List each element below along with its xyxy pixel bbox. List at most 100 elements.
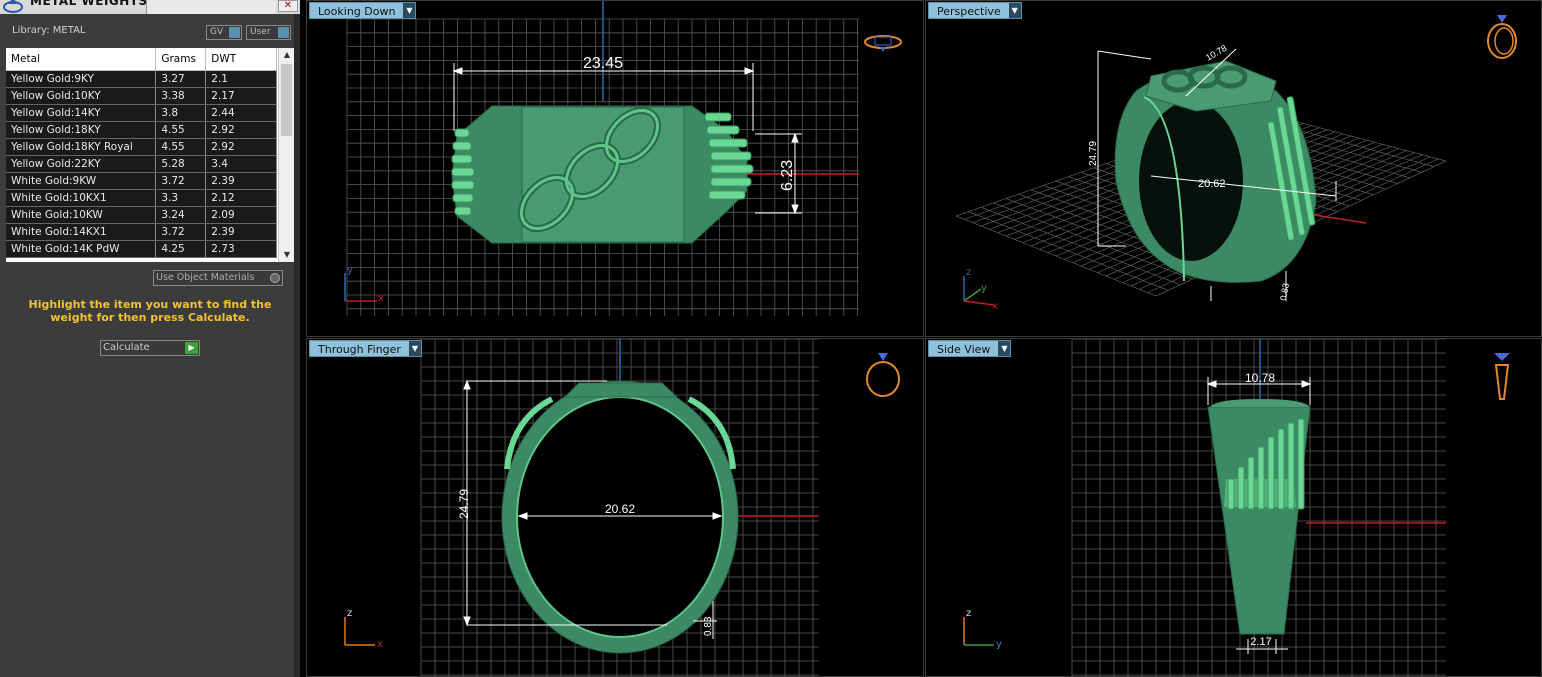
close-icon[interactable]: ✕ [278, 0, 298, 12]
title-tab-area [146, 0, 276, 14]
library-label: Library: METAL [12, 25, 86, 36]
metal-cell: Yellow Gold:22KY [6, 155, 157, 173]
gv-button[interactable]: GV [206, 25, 242, 40]
chevron-down-icon[interactable]: ▼ [998, 341, 1011, 356]
radio-icon [270, 273, 280, 283]
side-view-canvas[interactable]: 10.78 2.17 z y [926, 339, 1542, 677]
metal-cell: Yellow Gold:9KY [6, 70, 157, 88]
axis-label-h: x [378, 293, 384, 304]
table-scrollbar[interactable]: ▲ ▼ [278, 48, 294, 262]
perspective-canvas[interactable]: 24.79 10.78 20.62 0.83 z y x [926, 1, 1542, 337]
viewport-looking-down[interactable]: 23.45 6.23 y x Looking Down ▼ [306, 0, 924, 337]
gv-label: GV [210, 27, 224, 37]
viewport-label-through-finger[interactable]: Through Finger ▼ [309, 340, 422, 357]
viewport-title: Looking Down [318, 5, 396, 18]
metal-weights-panel: METAL WEIGHTS ✕ Library: METAL GV User M… [0, 0, 300, 677]
table-row[interactable]: White Gold:14K PdW 4.25 2.73 [6, 240, 277, 258]
bottom-dimension-label: 2.17 [1250, 636, 1271, 648]
scroll-down-icon[interactable]: ▼ [279, 248, 294, 262]
table-row[interactable]: Yellow Gold:10KY 3.38 2.17 [6, 87, 277, 105]
view-cube-ring-icon[interactable] [864, 35, 902, 52]
panel-titlebar: METAL WEIGHTS ✕ [0, 0, 300, 14]
table-row[interactable]: White Gold:9KW 3.72 2.39 [6, 172, 277, 190]
axis-triad: z y x [963, 267, 998, 312]
table-header-row: Metal Grams DWT [6, 48, 277, 71]
column-header-grams[interactable]: Grams [155, 48, 207, 71]
grams-cell: 5.28 [155, 155, 207, 173]
instructions-text: Highlight the item you want to find the … [28, 298, 272, 324]
axis-triad: z x [344, 608, 383, 650]
metal-cell: White Gold:14KX1 [6, 223, 157, 241]
metal-table-container: Metal Grams DWT Yellow Gold:9KY 3.27 2.1 Ye… [6, 48, 294, 262]
table-row[interactable]: White Gold:10KW 3.24 2.09 [6, 206, 277, 224]
dwt-cell: 2.92 [205, 121, 277, 139]
dwt-cell: 2.09 [205, 206, 277, 224]
height-dimension-label: 6.23 [779, 160, 796, 191]
metal-cell: Yellow Gold:14KY [6, 104, 157, 122]
viewport-through-finger[interactable]: 20.62 24.79 0.83 z x Through Finger ▼ [306, 338, 924, 677]
grams-cell: 4.55 [155, 138, 207, 156]
chevron-down-icon[interactable]: ▼ [403, 3, 416, 18]
dwt-cell: 2.92 [205, 138, 277, 156]
chevron-down-icon[interactable]: ▼ [408, 341, 421, 356]
inner-dimension-label: 20.62 [605, 502, 635, 516]
dwt-cell: 2.39 [205, 172, 277, 190]
column-header-metal[interactable]: Metal [6, 48, 157, 71]
metal-weight-table: Metal Grams DWT Yellow Gold:9KY 3.27 2.1 Ye… [6, 48, 277, 258]
through-finger-canvas[interactable]: 20.62 24.79 0.83 z x [307, 339, 924, 677]
table-row[interactable]: Yellow Gold:18KY Royal 4.55 2.92 [6, 138, 277, 156]
dwt-cell: 2.73 [205, 240, 277, 258]
grams-cell: 3.72 [155, 223, 207, 241]
use-object-materials-label: Use Object Materials [156, 272, 255, 283]
calculate-button[interactable]: Calculate ▶ [100, 340, 200, 356]
scroll-up-icon[interactable]: ▲ [279, 48, 294, 62]
height-dimension-label: 24.79 [1088, 141, 1099, 166]
axis-label-h: x [377, 639, 383, 650]
axis-label-v: z [966, 608, 971, 619]
looking-down-canvas[interactable]: 23.45 6.23 y x [307, 1, 924, 337]
thickness-dimension-label: 0.83 [703, 616, 714, 636]
metal-cell: White Gold:14K PdW [6, 240, 157, 258]
metal-cell: Yellow Gold:10KY [6, 87, 157, 105]
grams-cell: 4.55 [155, 121, 207, 139]
axis-label-v: z [966, 267, 971, 278]
table-row[interactable]: White Gold:14KX1 3.72 2.39 [6, 223, 277, 241]
chevron-down-icon[interactable]: ▼ [1008, 3, 1021, 18]
table-row[interactable]: Yellow Gold:22KY 5.28 3.4 [6, 155, 277, 173]
column-header-dwt[interactable]: DWT [205, 48, 277, 71]
table-row[interactable]: Yellow Gold:18KY 4.55 2.92 [6, 121, 277, 139]
axis-label-v: y [347, 265, 353, 276]
view-cube-ring-icon[interactable] [866, 353, 900, 397]
viewport-title: Perspective [937, 5, 1001, 18]
axis-label-h: y [996, 639, 1002, 650]
ring-hole [1139, 101, 1243, 261]
table-row[interactable]: White Gold:10KX1 3.3 2.12 [6, 189, 277, 207]
scroll-thumb[interactable] [281, 64, 292, 136]
calculate-label: Calculate [103, 342, 150, 353]
viewport-label-side-view[interactable]: Side View ▼ [928, 340, 1012, 357]
user-label: User [250, 27, 271, 37]
view-cube-ring-icon[interactable] [1494, 353, 1510, 400]
view-cube-ring-icon[interactable] [1487, 15, 1517, 59]
viewport-label-looking-down[interactable]: Looking Down ▼ [309, 2, 417, 19]
use-object-materials-button[interactable]: Use Object Materials [153, 270, 283, 286]
axis-label-d: x [992, 301, 998, 312]
grams-cell: 3.27 [155, 70, 207, 88]
metal-cell: White Gold:10KX1 [6, 189, 157, 207]
viewport-side-view[interactable]: 10.78 2.17 z y Side View ▼ [925, 338, 1542, 677]
axis-triad: z y [963, 608, 1002, 650]
table-row[interactable]: Yellow Gold:9KY 3.27 2.1 [6, 70, 277, 88]
top-dimension-label: 10.78 [1245, 371, 1275, 385]
grams-cell: 4.25 [155, 240, 207, 258]
user-toggle-icon [278, 27, 289, 38]
user-button[interactable]: User [246, 25, 291, 40]
ring-shape [1207, 406, 1311, 635]
metal-cell: White Gold:9KW [6, 172, 157, 190]
viewport-title: Through Finger [318, 343, 401, 356]
viewport-perspective[interactable]: 24.79 10.78 20.62 0.83 z y x Perspective… [925, 0, 1542, 337]
panel-title: METAL WEIGHTS [30, 0, 148, 8]
viewport-label-perspective[interactable]: Perspective ▼ [928, 2, 1022, 19]
axis-label-h: y [981, 283, 987, 294]
inner-dimension-label: 20.62 [1198, 178, 1226, 190]
table-row[interactable]: Yellow Gold:14KY 3.8 2.44 [6, 104, 277, 122]
